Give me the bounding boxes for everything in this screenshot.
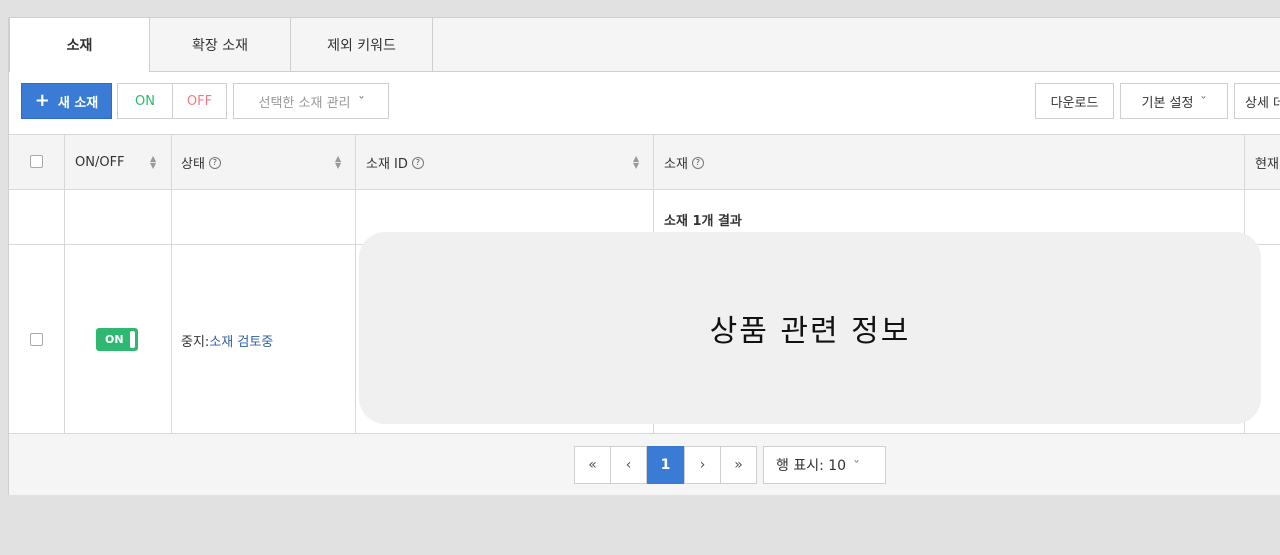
on-button[interactable]: ON [117, 83, 173, 119]
manage-selected-dropdown[interactable]: 선택한 소재 관리 ˅ [233, 83, 389, 119]
chevron-down-icon: ˅ [1200, 95, 1208, 107]
toolbar: + 새 소재 ON OFF 선택한 소재 관리 ˅ 다운로드 기본 설정 ˅ 상… [9, 72, 1280, 134]
header-creative-id-label: 소재 ID [366, 157, 408, 172]
new-creative-label: 새 소재 [57, 95, 99, 111]
product-info-overlay: 상품 관련 정보 [359, 232, 1261, 424]
tab-extension-creative[interactable]: 확장 소재 [150, 18, 291, 72]
new-creative-button[interactable]: + 새 소재 [21, 83, 112, 119]
header-onoff-label: ON/OFF [75, 155, 125, 170]
prev-page-button[interactable]: ‹ [610, 446, 647, 484]
sort-icon[interactable]: ▲ ▼ [335, 155, 341, 170]
help-icon[interactable]: ? [691, 156, 704, 169]
header-current[interactable]: 현재 [1255, 135, 1279, 190]
manage-selected-label: 선택한 소재 관리 [258, 95, 351, 111]
page-1-button[interactable]: 1 [647, 446, 684, 484]
toggle-label: ON [105, 333, 124, 346]
review-status-link[interactable]: 소재 검토중 [209, 335, 273, 350]
tab-creative[interactable]: 소재 [9, 17, 150, 72]
sort-icon[interactable]: ▲ ▼ [633, 155, 639, 170]
header-creative-id[interactable]: 소재 ID ? [366, 135, 424, 190]
last-page-button[interactable]: » [720, 446, 757, 484]
download-button[interactable]: 다운로드 [1035, 83, 1114, 119]
rows-per-page-label: 행 표시: 10 [776, 458, 847, 474]
default-settings-dropdown[interactable]: 기본 설정 ˅ [1120, 83, 1228, 119]
overlay-text: 상품 관련 정보 [709, 314, 911, 349]
header-onoff[interactable]: ON/OFF [75, 135, 125, 190]
chevron-down-icon: ˅ [853, 459, 861, 471]
help-icon[interactable]: ? [208, 156, 221, 169]
header-status-label: 상태 [181, 157, 205, 172]
first-page-button[interactable]: « [574, 446, 611, 484]
header-creative-label: 소재 [664, 157, 688, 172]
onoff-toggle[interactable]: ON [96, 328, 138, 351]
tab-excluded-keywords[interactable]: 제외 키워드 [291, 18, 433, 72]
header-current-label: 현재 [1255, 157, 1279, 172]
toggle-knob [130, 331, 135, 348]
select-all-checkbox[interactable] [30, 155, 43, 168]
default-settings-label: 기본 설정 [1141, 95, 1194, 111]
header-creative[interactable]: 소재 ? [664, 135, 704, 190]
creative-panel: 소재 확장 소재 제외 키워드 + 새 소재 ON OFF 선택한 소재 관리 … [8, 17, 1280, 495]
off-button[interactable]: OFF [172, 83, 227, 119]
chevron-down-icon: ˅ [357, 95, 365, 107]
status-cell: 중지:소재 검토중 [181, 331, 273, 350]
status-prefix: 중지: [181, 335, 210, 350]
row-checkbox[interactable] [30, 333, 43, 346]
tab-bar: 소재 확장 소재 제외 키워드 [9, 17, 1280, 72]
result-count: 소재 1개 결과 [664, 214, 742, 229]
sort-icon[interactable]: ▲ ▼ [150, 155, 156, 170]
detail-data-button[interactable]: 상세 데 [1234, 83, 1280, 119]
help-icon[interactable]: ? [411, 156, 424, 169]
plus-icon: + [34, 90, 50, 111]
header-status[interactable]: 상태 ? [181, 135, 221, 190]
rows-per-page-select[interactable]: 행 표시: 10 ˅ [763, 446, 886, 484]
pagination: « ‹ 1 › » 행 표시: 10 ˅ [9, 433, 1280, 495]
next-page-button[interactable]: › [684, 446, 721, 484]
